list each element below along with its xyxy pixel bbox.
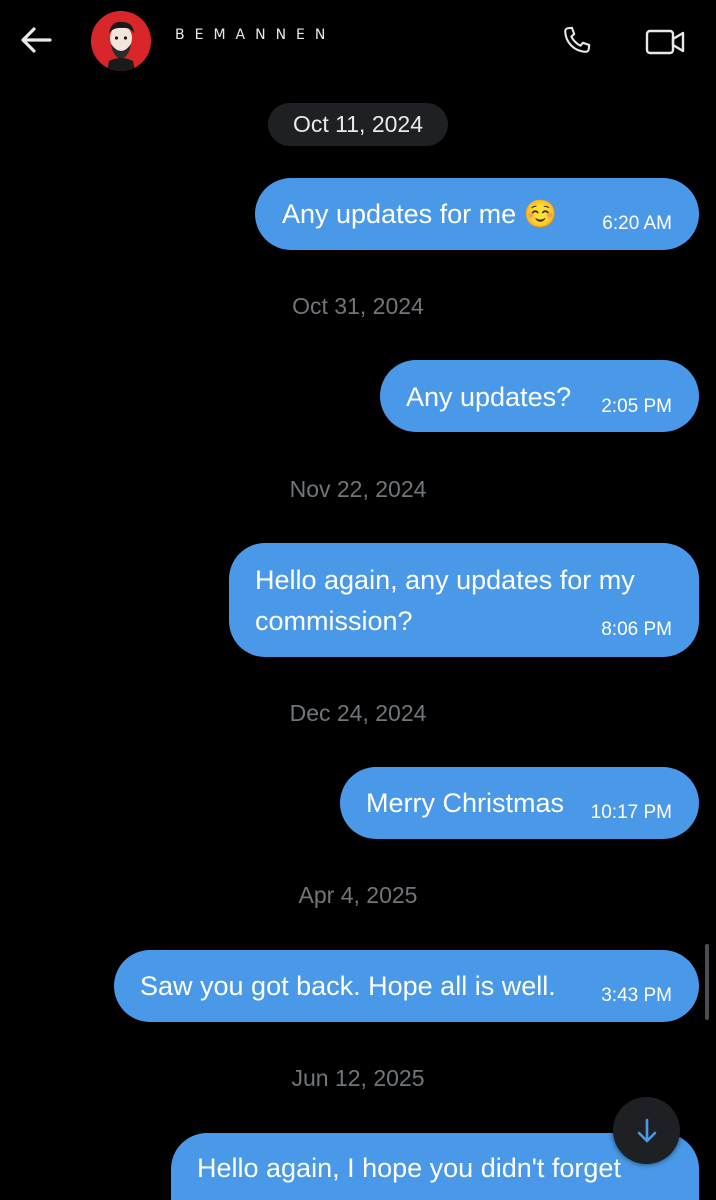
arrow-left-icon: [21, 27, 52, 53]
dm-conversation-screen: BEMANNEN Oct 11, 2024 Any updates for me…: [0, 0, 716, 1200]
message-timestamp: 6:20 AM: [602, 213, 672, 234]
message-bubble-sent[interactable]: Merry Christmas 10:17 PM: [340, 767, 699, 839]
message-timestamp: 10:17 PM: [590, 802, 672, 823]
contact-name[interactable]: BEMANNEN: [175, 27, 335, 43]
message-text: Any updates for me ☺️: [282, 199, 558, 229]
voice-call-button[interactable]: [554, 20, 598, 62]
conversation-header: BEMANNEN: [0, 0, 716, 82]
scroll-to-bottom-button[interactable]: [613, 1097, 680, 1164]
back-button[interactable]: [14, 22, 58, 58]
message-text: Merry Christmas: [366, 788, 565, 818]
date-separator-pill: Oct 11, 2024: [268, 103, 448, 146]
message-text-line: Hello again, any updates for my: [255, 565, 635, 595]
message-bubble-sent[interactable]: Any updates? 2:05 PM: [380, 360, 699, 432]
arrow-down-icon: [637, 1118, 656, 1142]
date-separator: Apr 4, 2025: [298, 882, 418, 908]
avatar[interactable]: [91, 11, 151, 71]
message-text: Hello again, I hope you didn't forget: [197, 1153, 621, 1183]
avatar-illustration: [91, 11, 151, 71]
message-timestamp: 2:05 PM: [601, 396, 672, 417]
message-timestamp: 3:43 PM: [601, 985, 672, 1006]
message-bubble-sent[interactable]: Any updates for me ☺️ 6:20 AM: [255, 178, 699, 250]
date-separator: Oct 31, 2024: [292, 293, 424, 319]
date-separator: Nov 22, 2024: [289, 476, 427, 502]
video-call-button[interactable]: [640, 20, 690, 62]
message-bubble-sent[interactable]: Hello again, any updates for my commissi…: [229, 543, 699, 657]
date-separator: Jun 12, 2025: [291, 1065, 425, 1091]
message-text-line: commission?: [255, 606, 413, 636]
scrollbar[interactable]: [705, 944, 709, 1020]
message-text: Saw you got back. Hope all is well.: [140, 971, 556, 1001]
message-timestamp: 8:06 PM: [601, 619, 672, 640]
date-separator: Dec 24, 2024: [289, 700, 427, 726]
phone-icon: [564, 26, 591, 53]
video-camera-icon: [645, 29, 685, 55]
message-bubble-sent[interactable]: Saw you got back. Hope all is well. 3:43…: [114, 950, 699, 1022]
message-text: Any updates?: [406, 382, 572, 412]
